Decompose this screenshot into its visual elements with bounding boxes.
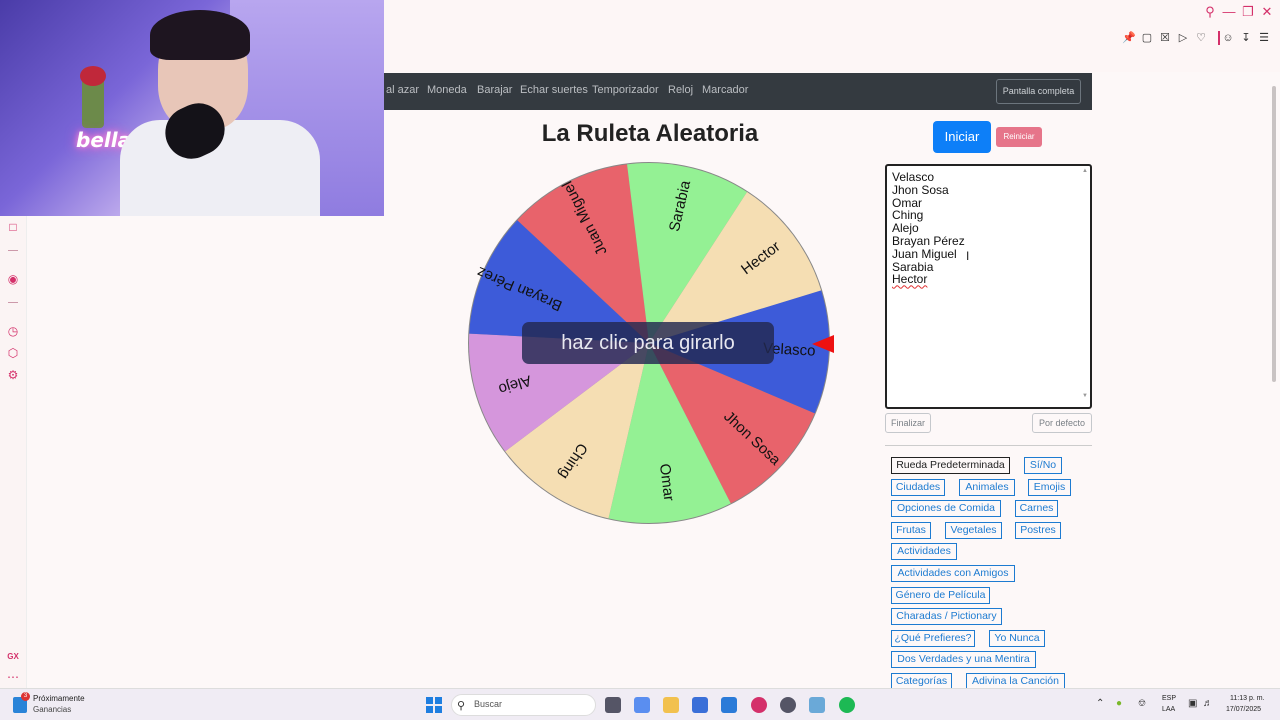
start-button[interactable]: Iniciar	[933, 121, 991, 153]
page-title: La Ruleta Aleatoria	[541, 120, 759, 147]
category-charades[interactable]: Charadas / Pictionary	[891, 608, 1002, 625]
search-icon[interactable]: ⚲	[1202, 4, 1218, 20]
file-explorer-icon[interactable]	[663, 697, 679, 713]
clock-date[interactable]: 17/07/2025	[1226, 706, 1261, 713]
language-indicator[interactable]: ESP	[1162, 695, 1176, 702]
nav-link-random[interactable]: al azar	[386, 84, 419, 96]
scroll-down-icon[interactable]: ▼	[1082, 393, 1088, 399]
taskbar: 3 Próximamente Ganancias ⚲ Buscar ⌃ ● ⎊ …	[0, 688, 1280, 720]
network-icon[interactable]: ▣	[1188, 698, 1197, 709]
spin-hint[interactable]: haz clic para girarlo	[522, 322, 774, 364]
menu-icon[interactable]: ☰	[1257, 31, 1271, 45]
copilot-icon[interactable]	[634, 697, 650, 713]
download-icon[interactable]: ↧	[1239, 31, 1253, 45]
default-button[interactable]: Por defecto	[1032, 413, 1092, 433]
category-movie-genre[interactable]: Género de Película	[891, 587, 990, 604]
nav-link-coin[interactable]: Moneda	[427, 84, 467, 96]
toolbar-separator	[1218, 31, 1220, 45]
keyboard-layout[interactable]: LAA	[1162, 706, 1175, 713]
name-entry: Jhon Sosa	[892, 182, 949, 197]
office-icon[interactable]	[721, 697, 737, 713]
nav-link-clock[interactable]: Reloj	[668, 84, 693, 96]
name-entry: Hector	[892, 272, 928, 287]
wheel-pointer-icon	[812, 335, 834, 353]
snapshot-icon[interactable]: ▢	[1140, 31, 1154, 45]
opera-gx-icon[interactable]	[751, 697, 767, 713]
windows-start-icon[interactable]	[426, 697, 442, 713]
category-yes-no[interactable]: Sí/No	[1024, 457, 1062, 474]
category-activities-friends[interactable]: Actividades con Amigos	[891, 565, 1015, 582]
nav-link-scoreboard[interactable]: Marcador	[702, 84, 748, 96]
clock-time[interactable]: 11:13 p. m.	[1230, 695, 1265, 702]
category-food[interactable]: Opciones de Comida	[891, 500, 1001, 517]
obs-icon[interactable]	[780, 697, 796, 713]
history-icon[interactable]: ◷	[6, 324, 20, 338]
text-cursor-icon: I	[966, 249, 970, 263]
tray-app-icon[interactable]: ●	[1116, 698, 1122, 709]
category-two-truths[interactable]: Dos Verdades y una Mentira	[891, 651, 1036, 668]
names-textarea[interactable]: Velasco Jhon Sosa Omar Ching Alejo Braya…	[885, 164, 1092, 409]
category-desserts[interactable]: Postres	[1015, 522, 1061, 539]
taskbar-search-placeholder: Buscar	[474, 699, 503, 709]
play-icon[interactable]: ▷	[1176, 31, 1190, 45]
close-icon[interactable]: ✕	[1259, 4, 1275, 20]
nav-link-lots[interactable]: Echar suertes	[520, 84, 588, 96]
account-icon[interactable]: ☺	[1221, 31, 1235, 45]
shield-icon[interactable]: ☒	[1158, 31, 1172, 45]
nav-link-timer[interactable]: Temporizador	[592, 84, 659, 96]
category-activities[interactable]: Actividades	[891, 543, 957, 560]
page-scrollbar[interactable]	[1272, 86, 1276, 382]
task-view-icon[interactable]	[605, 697, 621, 713]
name-entry: Brayan Pérez	[892, 233, 965, 248]
gx-label[interactable]: GX	[6, 650, 20, 664]
player-icon[interactable]: ◉	[6, 272, 20, 286]
volume-icon[interactable]: ♬	[1203, 698, 1213, 709]
taskbar-search-input[interactable]	[451, 694, 596, 716]
browser-sidebar: □ ◉ ◷ ⬡ ⚙ GX ⋯	[0, 216, 27, 688]
fullscreen-button[interactable]: Pantalla completa	[996, 79, 1081, 104]
finish-button[interactable]: Finalizar	[885, 413, 931, 433]
sidebar-divider	[8, 250, 18, 251]
webcam-person-hair	[150, 10, 250, 60]
category-cities[interactable]: Ciudades	[891, 479, 945, 496]
minimize-icon[interactable]: —	[1221, 4, 1237, 20]
divider	[885, 445, 1092, 446]
heart-icon[interactable]: ♡	[1194, 31, 1208, 45]
microphone-tray-icon[interactable]: ⎊	[1138, 698, 1146, 709]
settings-icon[interactable]: ⚙	[6, 368, 20, 382]
category-would-you-rather[interactable]: ¿Qué Prefieres?	[891, 630, 975, 647]
spotify-icon[interactable]	[839, 697, 855, 713]
category-meats[interactable]: Carnes	[1015, 500, 1058, 517]
sidebar-divider	[8, 302, 18, 303]
category-never-have-i[interactable]: Yo Nunca	[989, 630, 1045, 647]
extensions-icon[interactable]: ⬡	[6, 346, 20, 360]
webcam-figure-head	[80, 66, 106, 86]
tray-chevron-icon[interactable]: ⌃	[1096, 698, 1104, 709]
category-fruits[interactable]: Frutas	[891, 522, 931, 539]
scroll-up-icon[interactable]: ▲	[1082, 168, 1088, 174]
name-entry: Juan Miguel	[892, 246, 957, 261]
pin-icon[interactable]: 📌	[1122, 31, 1136, 45]
nav-link-shuffle[interactable]: Barajar	[477, 84, 512, 96]
news-title[interactable]: Próximamente	[33, 694, 85, 703]
category-emojis[interactable]: Emojis	[1028, 479, 1071, 496]
store-icon[interactable]	[692, 697, 708, 713]
twitch-icon[interactable]: □	[6, 220, 20, 234]
app-icon[interactable]	[809, 697, 825, 713]
search-icon: ⚲	[457, 700, 466, 712]
restore-icon[interactable]: ❐	[1240, 4, 1256, 20]
category-default-wheel[interactable]: Rueda Predeterminada	[891, 457, 1010, 474]
name-entry: Ching	[892, 208, 924, 223]
name-entry: Velasco	[892, 170, 935, 184]
category-animals[interactable]: Animales	[959, 479, 1015, 496]
category-vegetables[interactable]: Vegetales	[945, 522, 1002, 539]
webcam-overlay: bella	[0, 0, 384, 216]
more-icon[interactable]: ⋯	[6, 670, 20, 684]
site-navbar: al azar Moneda Barajar Echar suertes Tem…	[384, 73, 1092, 110]
news-subtitle[interactable]: Ganancias	[33, 705, 71, 714]
news-badge: 3	[21, 692, 30, 701]
reset-button[interactable]: Reiniciar	[996, 127, 1042, 147]
